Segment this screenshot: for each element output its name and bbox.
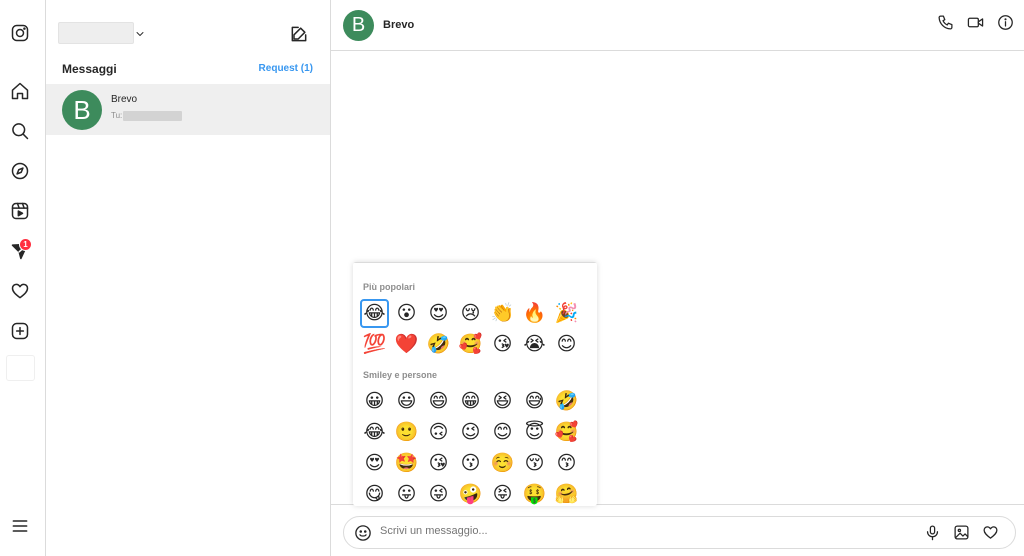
emoji-icon[interactable] <box>354 524 372 542</box>
emoji-picker: Più popolari 😂 😮 😍 😢 👏 🔥 🎉 💯 ❤️ 🤣 🥰 😘 😭 😊 Smiley e pe… <box>353 262 597 506</box>
emoji-button[interactable]: 🤗 <box>553 481 580 506</box>
contact-avatar[interactable]: B <box>343 10 374 41</box>
menu-icon[interactable] <box>8 514 32 538</box>
thread-avatar: B <box>62 90 102 130</box>
compose-icon[interactable] <box>289 24 309 44</box>
emoji-button[interactable]: 🙃 <box>425 419 452 446</box>
emoji-button[interactable]: 🎉 <box>553 300 580 327</box>
profile-avatar[interactable] <box>7 356 34 380</box>
emoji-button[interactable]: 🙂 <box>393 419 420 446</box>
contact-name[interactable]: Brevo <box>383 19 414 31</box>
message-composer <box>343 516 1016 549</box>
section-title-smileys: Smiley e persone <box>363 370 438 380</box>
emoji-button[interactable]: 😉 <box>457 419 484 446</box>
emoji-button[interactable]: 😇 <box>521 419 548 446</box>
emoji-button[interactable]: ☺️ <box>489 450 516 477</box>
chat-header: B Brevo <box>331 0 1024 51</box>
thread-name: Brevo <box>111 94 138 105</box>
info-icon[interactable] <box>997 14 1014 31</box>
instagram-icon[interactable] <box>8 21 32 45</box>
emoji-grid-smileys: 😀 😃 😄 😁 😆 😅 🤣 😂 🙂 🙃 😉 😊 😇 🥰 😍 🤩 😘 😗 ☺️ 😚 😙 😋 😛 😜 🤪 😝 🤑 🤗 <box>361 388 583 506</box>
emoji-grid-popular: 😂 😮 😍 😢 👏 🔥 🎉 💯 ❤️ 🤣 🥰 😘 😭 😊 <box>360 299 583 362</box>
heart-icon[interactable] <box>982 524 999 541</box>
emoji-button[interactable]: 😍 <box>425 300 452 327</box>
emoji-button[interactable]: 🤪 <box>457 481 484 506</box>
emoji-button[interactable]: 👏 <box>489 300 516 327</box>
reels-icon[interactable] <box>8 199 32 223</box>
emoji-button[interactable]: 😮 <box>393 300 420 327</box>
emoji-button[interactable]: 😂 <box>361 419 388 446</box>
account-switcher[interactable] <box>58 22 134 44</box>
emoji-button[interactable]: 😀 <box>361 388 388 415</box>
emoji-button[interactable]: ❤️ <box>393 331 420 358</box>
emoji-button[interactable]: 🤑 <box>521 481 548 506</box>
emoji-button[interactable]: 😃 <box>393 388 420 415</box>
phone-icon[interactable] <box>937 14 954 31</box>
emoji-button[interactable]: 😂 <box>360 299 389 328</box>
notifications-heart-icon[interactable] <box>8 279 32 303</box>
thread-item[interactable]: B Brevo Tu: <box>46 84 330 135</box>
thread-preview-prefix: Tu: <box>111 111 123 120</box>
emoji-button[interactable]: 🥰 <box>457 331 484 358</box>
emoji-button[interactable]: 😜 <box>425 481 452 506</box>
instagram-dm-app: 1 Messaggi Request (1) B Brevo Tu: B Bre… <box>0 0 1024 556</box>
emoji-button[interactable]: 🤩 <box>393 450 420 477</box>
thread-preview-redacted <box>123 111 182 121</box>
emoji-button[interactable]: 😊 <box>489 419 516 446</box>
chevron-down-icon[interactable] <box>134 28 146 40</box>
emoji-button[interactable]: 🤣 <box>425 331 452 358</box>
video-call-icon[interactable] <box>967 14 984 31</box>
explore-icon[interactable] <box>8 159 32 183</box>
emoji-button[interactable]: 😘 <box>425 450 452 477</box>
emoji-button[interactable]: 😄 <box>425 388 452 415</box>
composer-actions <box>924 524 999 541</box>
emoji-button[interactable]: 😝 <box>489 481 516 506</box>
emoji-button[interactable]: 😙 <box>553 450 580 477</box>
emoji-button[interactable]: 😘 <box>489 331 516 358</box>
nav-rail: 1 <box>0 0 46 556</box>
microphone-icon[interactable] <box>924 524 941 541</box>
create-plus-icon[interactable] <box>8 319 32 343</box>
emoji-button[interactable]: 😁 <box>457 388 484 415</box>
emoji-button[interactable]: 😊 <box>553 331 580 358</box>
search-icon[interactable] <box>8 119 32 143</box>
emoji-button[interactable]: 🥰 <box>553 419 580 446</box>
inbox-panel: Messaggi Request (1) B Brevo Tu: <box>46 0 331 556</box>
emoji-button[interactable]: 🤣 <box>553 388 580 415</box>
message-input[interactable] <box>380 525 900 537</box>
header-actions <box>937 14 1014 31</box>
emoji-button[interactable]: 😋 <box>361 481 388 506</box>
emoji-button[interactable]: 😢 <box>457 300 484 327</box>
emoji-button[interactable]: 😚 <box>521 450 548 477</box>
emoji-button[interactable]: 😅 <box>521 388 548 415</box>
emoji-button[interactable]: 😗 <box>457 450 484 477</box>
emoji-button[interactable]: 😍 <box>361 450 388 477</box>
emoji-button[interactable]: 🔥 <box>521 300 548 327</box>
emoji-button[interactable]: 😛 <box>393 481 420 506</box>
section-title-popular: Più popolari <box>363 282 416 292</box>
emoji-button[interactable]: 💯 <box>361 331 388 358</box>
inbox-title: Messaggi <box>62 62 117 76</box>
emoji-button[interactable]: 😆 <box>489 388 516 415</box>
home-icon[interactable] <box>8 79 32 103</box>
image-icon[interactable] <box>953 524 970 541</box>
requests-link[interactable]: Request (1) <box>259 63 313 74</box>
picker-divider <box>353 262 597 263</box>
emoji-button[interactable]: 😭 <box>521 331 548 358</box>
messages-badge: 1 <box>19 238 32 251</box>
